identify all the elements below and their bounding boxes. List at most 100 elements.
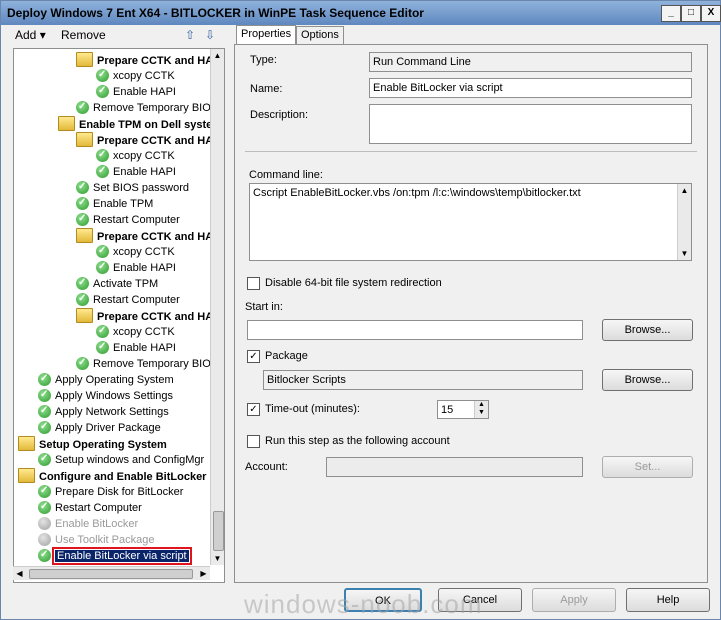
spin-up-icon[interactable]: ▲ <box>475 401 488 409</box>
task-sequence-tree[interactable]: Prepare CCTK and HAPI xcopy CCTK Enable HA… <box>13 48 225 583</box>
success-check-icon <box>76 179 89 195</box>
tree-step[interactable]: Remove Temporary BIOS <box>76 99 218 116</box>
tree-group[interactable]: Enable TPM on Dell system <box>58 116 222 132</box>
description-field[interactable] <box>369 104 692 144</box>
start-in-browse-button[interactable]: Browse... <box>602 319 693 341</box>
tab-options[interactable]: Options <box>296 26 344 45</box>
command-line-scrollbar[interactable]: ▲ ▼ <box>677 184 691 260</box>
tree-item-label: xcopy CCTK <box>113 70 175 82</box>
command-line-label: Command line: <box>249 169 323 181</box>
title-bar[interactable]: Deploy Windows 7 Ent X64 - BITLOCKER in … <box>1 1 721 25</box>
success-check-icon <box>76 195 89 211</box>
scroll-up-arrow-icon[interactable]: ▲ <box>678 184 691 197</box>
tree-item-label: Prepare Disk for BitLocker <box>55 486 184 498</box>
scroll-up-arrow-icon[interactable]: ▲ <box>211 49 224 62</box>
tree-item-label: Enable BitLocker <box>55 518 139 530</box>
disabled-step-icon <box>38 517 51 530</box>
tree-step[interactable]: Apply Network Settings <box>38 403 169 420</box>
tree-step[interactable]: xcopy CCTK <box>96 67 175 84</box>
tree-group[interactable]: Prepare CCTK and HAPI <box>76 52 224 68</box>
tree-item-label: Apply Windows Settings <box>55 390 173 402</box>
move-up-icon[interactable]: ⇧ <box>185 28 195 42</box>
tree-group[interactable]: Prepare CCTK and HAPI <box>76 308 224 324</box>
tab-properties[interactable]: Properties <box>236 25 297 45</box>
command-line-field[interactable]: Cscript EnableBitLocker.vbs /on:tpm /l:c… <box>249 183 692 261</box>
disable-redirection-checkbox[interactable] <box>247 277 260 290</box>
start-in-field[interactable] <box>247 320 583 340</box>
package-browse-button[interactable]: Browse... <box>602 369 693 391</box>
tree-group[interactable]: Prepare CCTK and HAPI <box>76 228 224 244</box>
success-check-icon <box>38 387 51 403</box>
name-label: Name: <box>250 83 283 95</box>
properties-panel: Type: Run Command Line Name: Enable BitL… <box>234 44 708 583</box>
tree-item-label: xcopy CCTK <box>113 150 175 162</box>
timeout-checkbox[interactable]: ✓ <box>247 403 260 416</box>
tree-step[interactable]: Enable HAPI <box>96 83 176 100</box>
tree-group[interactable]: Prepare CCTK and HAPI <box>76 132 224 148</box>
timeout-stepper[interactable]: 15 ▲ ▼ <box>437 400 489 419</box>
folder-icon <box>76 52 93 67</box>
tree-step[interactable]: xcopy CCTK <box>96 147 175 164</box>
type-value: Run Command Line <box>369 52 692 72</box>
folder-icon <box>18 436 35 451</box>
remove-button[interactable]: Remove <box>61 28 106 42</box>
tree-step[interactable]: Apply Driver Package <box>38 419 161 436</box>
tree-step[interactable]: xcopy CCTK <box>96 243 175 260</box>
tree-vertical-scrollbar[interactable]: ▲ ▼ <box>210 49 224 565</box>
timeout-value: 15 <box>441 404 454 416</box>
tree-step[interactable]: Restart Computer <box>76 291 180 308</box>
tree-step[interactable]: Restart Computer <box>76 211 180 228</box>
scroll-down-arrow-icon[interactable]: ▼ <box>678 247 691 260</box>
scroll-thumb[interactable] <box>213 511 224 551</box>
tree-step[interactable]: Enable HAPI <box>96 259 176 276</box>
tree-step[interactable]: Prepare Disk for BitLocker <box>38 483 184 500</box>
tree-step[interactable]: Enable BitLocker <box>38 516 138 532</box>
add-button[interactable]: Add ▾ <box>15 28 46 42</box>
name-field[interactable]: Enable BitLocker via script <box>369 78 692 98</box>
success-check-icon <box>96 339 109 355</box>
tree-step[interactable]: Setup windows and ConfigMgr <box>38 451 204 468</box>
tree-step[interactable]: Enable HAPI <box>96 339 176 356</box>
tree-step[interactable]: Remove Temporary BIOS <box>76 355 218 372</box>
account-field[interactable] <box>326 457 583 477</box>
move-down-icon[interactable]: ⇩ <box>205 28 215 42</box>
spin-down-icon[interactable]: ▼ <box>475 409 488 417</box>
tree-step[interactable]: Use Toolkit Package <box>38 532 154 548</box>
package-checkbox[interactable]: ✓ <box>247 350 260 363</box>
spin-buttons[interactable]: ▲ ▼ <box>474 401 488 418</box>
tree-step[interactable]: Enable TPM <box>76 195 153 212</box>
scroll-left-arrow-icon[interactable]: ◀ <box>13 567 26 580</box>
close-button[interactable]: X <box>701 5 721 22</box>
success-check-icon <box>96 243 109 259</box>
tree-item-label: Enable HAPI <box>113 262 176 274</box>
success-check-icon <box>96 83 109 99</box>
tree-step-selected[interactable]: Enable BitLocker via script <box>38 547 192 565</box>
scroll-down-arrow-icon[interactable]: ▼ <box>211 552 224 565</box>
tree-step[interactable]: Apply Windows Settings <box>38 387 173 404</box>
tree-horizontal-scrollbar[interactable]: ◀ ▶ <box>13 566 210 580</box>
success-check-icon <box>38 547 51 563</box>
tree-step[interactable]: Enable HAPI <box>96 163 176 180</box>
success-check-icon <box>96 163 109 179</box>
scroll-thumb-horizontal[interactable] <box>29 569 193 579</box>
tree-step[interactable]: Activate TPM <box>76 275 158 292</box>
tree-item-label: xcopy CCTK <box>113 246 175 258</box>
tree-group[interactable]: Configure and Enable BitLocker <box>18 468 206 484</box>
scroll-right-arrow-icon[interactable]: ▶ <box>197 567 210 580</box>
tree-item-label: Setup Operating System <box>39 439 167 451</box>
tree-item-label: Enable BitLocker via script <box>52 547 192 565</box>
help-button[interactable]: Help <box>626 588 710 612</box>
maximize-button[interactable]: □ <box>681 5 701 22</box>
tree-step[interactable]: Set BIOS password <box>76 179 189 196</box>
tree-step[interactable]: Restart Computer <box>38 499 142 516</box>
tree-item-label: Enable HAPI <box>113 166 176 178</box>
tree-step[interactable]: xcopy CCTK <box>96 323 175 340</box>
tree-step[interactable]: Apply Operating System <box>38 371 174 388</box>
success-check-icon <box>96 323 109 339</box>
tree-group[interactable]: Setup Operating System <box>18 436 167 452</box>
timeout-label: Time-out (minutes): <box>265 403 360 415</box>
set-account-button[interactable]: Set... <box>602 456 693 478</box>
apply-button[interactable]: Apply <box>532 588 616 612</box>
minimize-button[interactable]: _ <box>661 5 681 22</box>
run-as-checkbox[interactable] <box>247 435 260 448</box>
